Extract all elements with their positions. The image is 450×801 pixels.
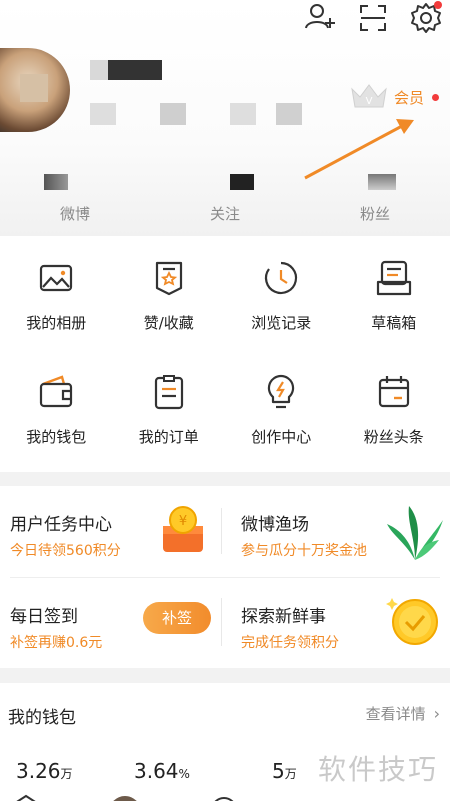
wallet-value[interactable]: 3.64% bbox=[134, 759, 190, 783]
add-friend-button[interactable] bbox=[302, 0, 338, 36]
vip-label: 会员 bbox=[394, 88, 425, 107]
plant-icon bbox=[387, 506, 443, 560]
scan-icon bbox=[360, 5, 386, 31]
drafts-icon bbox=[376, 260, 411, 296]
scan-button[interactable] bbox=[355, 0, 391, 36]
order-icon bbox=[154, 375, 183, 410]
svg-text:V: V bbox=[366, 96, 373, 107]
svg-text:¥: ¥ bbox=[179, 514, 187, 529]
settings-notification-dot bbox=[434, 1, 442, 9]
bottom-tab-bar bbox=[0, 790, 450, 801]
bio-blurred bbox=[90, 103, 116, 125]
feature-grid: 我的相册 赞/收藏 浏览记录 草稿箱 我的钱包 我的订单 创作中心 粉丝头条 bbox=[0, 236, 450, 472]
coin-gift-icon: ¥ bbox=[163, 506, 203, 552]
task-weibo-fishery[interactable]: 微博渔场 参与瓜分十万奖金池 bbox=[225, 486, 450, 574]
task-row: 每日签到 补签再赚0.6元 补签 探索新鲜事 完成任务领积分 bbox=[0, 578, 450, 666]
add-user-icon bbox=[305, 4, 335, 29]
task-explore[interactable]: 探索新鲜事 完成任务领积分 bbox=[225, 578, 450, 666]
wallet-icon bbox=[40, 375, 73, 408]
menu-item-fans-headline[interactable]: 粉丝头条 bbox=[338, 372, 450, 486]
task-user-center[interactable]: 用户任务中心 今日待领560积分 ¥ bbox=[0, 486, 225, 574]
menu-item-orders[interactable]: 我的订单 bbox=[113, 372, 226, 486]
stat-label: 微博 bbox=[59, 205, 90, 223]
vip-notification-dot bbox=[432, 93, 440, 101]
makeup-checkin-button[interactable]: 补签 bbox=[143, 602, 211, 634]
menu-item-creator-center[interactable]: 创作中心 bbox=[225, 372, 338, 486]
favorite-icon bbox=[155, 261, 182, 296]
crown-icon: V bbox=[351, 84, 387, 108]
vip-entry[interactable]: V 会员 bbox=[350, 83, 440, 111]
wallet-value[interactable]: 5万 bbox=[272, 759, 297, 783]
avatar[interactable] bbox=[0, 48, 70, 132]
stat-label: 关注 bbox=[209, 205, 240, 223]
username-blurred[interactable] bbox=[90, 60, 162, 80]
history-clock-icon bbox=[265, 261, 298, 295]
stat-fans[interactable]: 粉丝 bbox=[300, 172, 450, 228]
task-daily-checkin[interactable]: 每日签到 补签再赚0.6元 补签 bbox=[0, 578, 225, 666]
menu-item-history[interactable]: 浏览记录 bbox=[225, 258, 338, 372]
task-row: 用户任务中心 今日待领560积分 ¥ 微博渔场 参与瓜分十万奖金池 bbox=[0, 486, 450, 574]
wallet-value[interactable]: 3.26万 bbox=[16, 759, 73, 783]
watermark-text: 软件技巧 bbox=[318, 753, 439, 786]
settings-button[interactable] bbox=[408, 0, 444, 36]
home-icon[interactable] bbox=[0, 794, 450, 801]
wallet-details-link[interactable]: 查看详情 › bbox=[366, 703, 440, 724]
menu-item-drafts[interactable]: 草稿箱 bbox=[338, 258, 450, 372]
wallet-values: 3.26万 3.64% 5万 bbox=[0, 759, 320, 783]
stat-following[interactable]: 关注 bbox=[150, 172, 300, 228]
task-section: 用户任务中心 今日待领560积分 ¥ 微博渔场 参与瓜分十万奖金池 每日签到 补… bbox=[0, 486, 450, 668]
fans-headline-icon bbox=[378, 376, 409, 408]
menu-item-wallet[interactable]: 我的钱包 bbox=[0, 372, 113, 486]
stat-label: 粉丝 bbox=[359, 205, 390, 223]
menu-item-likes-favorites[interactable]: 赞/收藏 bbox=[113, 258, 226, 372]
menu-item-album[interactable]: 我的相册 bbox=[0, 258, 113, 372]
top-toolbar bbox=[285, 0, 450, 36]
check-coin-icon bbox=[386, 598, 438, 645]
stat-weibo[interactable]: 微博 bbox=[0, 172, 150, 228]
photo-album-icon bbox=[40, 264, 73, 292]
creator-bulb-icon bbox=[268, 374, 295, 409]
profile-header: V 会员 微博 关注 粉丝 bbox=[0, 0, 450, 236]
wallet-title: 我的钱包 bbox=[8, 708, 76, 728]
chevron-right-icon: › bbox=[433, 704, 440, 723]
stats-row: 微博 关注 粉丝 bbox=[0, 172, 450, 228]
